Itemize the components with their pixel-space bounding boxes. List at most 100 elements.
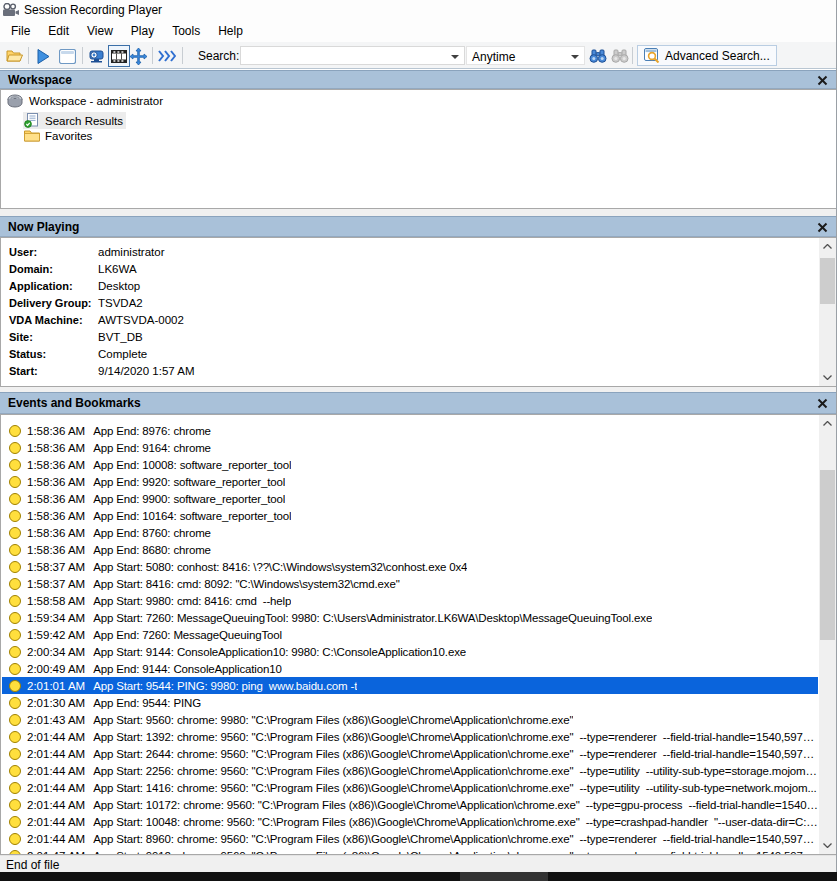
field-label: User: bbox=[9, 246, 37, 258]
event-row[interactable]: 1:58:36 AM App End: 10008: software_repo… bbox=[2, 456, 818, 473]
events-panel-title: Events and Bookmarks bbox=[8, 396, 141, 410]
event-bookmark-icon bbox=[9, 561, 21, 573]
scroll-up-icon[interactable] bbox=[819, 238, 836, 255]
event-bookmark-icon bbox=[9, 748, 21, 760]
pan-button[interactable] bbox=[127, 45, 149, 67]
menu-item[interactable]: Edit bbox=[39, 21, 78, 41]
event-bookmark-icon bbox=[9, 578, 21, 590]
event-time: 1:59:42 AM bbox=[27, 629, 85, 641]
events-close-icon[interactable] bbox=[817, 398, 828, 409]
event-description: App Start: 9144: ConsoleApplication10: 9… bbox=[93, 646, 466, 658]
event-time: 2:01:44 AM bbox=[27, 748, 85, 760]
menu-item[interactable]: Help bbox=[209, 21, 252, 41]
field-value: TSVDA2 bbox=[98, 297, 143, 309]
event-row[interactable]: 2:01:44 AM App Start: 8960: chrome: 9560… bbox=[2, 830, 818, 847]
event-row[interactable]: 2:00:34 AM App Start: 9144: ConsoleAppli… bbox=[2, 643, 818, 660]
more-tools-button[interactable] bbox=[156, 45, 178, 67]
event-description: App End: 10008: software_reporter_tool bbox=[93, 459, 291, 471]
event-time: 2:00:34 AM bbox=[27, 646, 85, 658]
event-row[interactable]: 2:01:44 AM App Start: 1416: chrome: 9560… bbox=[2, 779, 818, 796]
workspace-tree: Workspace - administrator Search Results… bbox=[0, 89, 837, 209]
now-playing-scrollbar[interactable] bbox=[819, 238, 836, 386]
event-row[interactable]: 1:58:58 AM App Start: 9980: cmd: 8416: c… bbox=[2, 592, 818, 609]
event-description: App Start: 10172: chrome: 9560: "C:\Prog… bbox=[93, 799, 818, 811]
workspace-panel-header: Workspace bbox=[0, 70, 837, 89]
projector-icon bbox=[88, 48, 106, 64]
tree-item-search-results[interactable]: Search Results bbox=[23, 112, 126, 129]
dropdown-arrow-icon[interactable] bbox=[571, 55, 579, 59]
scroll-down-icon[interactable] bbox=[819, 369, 836, 386]
scrollbar-thumb[interactable] bbox=[820, 258, 835, 304]
event-row[interactable]: 2:01:43 AM App Start: 9560: chrome: 9980… bbox=[2, 711, 818, 728]
event-row[interactable]: 1:58:36 AM App End: 8680: chrome bbox=[2, 541, 818, 558]
dropdown-arrow-icon[interactable] bbox=[451, 55, 459, 59]
event-row[interactable]: 2:00:49 AM App End: 9144: ConsoleApplica… bbox=[2, 660, 818, 677]
player-window-button[interactable] bbox=[56, 45, 78, 67]
open-button[interactable] bbox=[4, 45, 26, 67]
event-bookmark-icon bbox=[9, 629, 21, 641]
events-scrollbar[interactable] bbox=[819, 415, 836, 854]
event-bookmark-icon bbox=[9, 544, 21, 556]
event-bookmark-icon bbox=[9, 442, 21, 454]
workspace-close-icon[interactable] bbox=[817, 75, 828, 86]
event-row[interactable]: 2:01:44 AM App Start: 2644: chrome: 9560… bbox=[2, 745, 818, 762]
tree-item-label: Search Results bbox=[45, 115, 123, 127]
search-input[interactable] bbox=[240, 46, 465, 65]
event-row[interactable]: 1:58:36 AM App End: 8760: chrome bbox=[2, 524, 818, 541]
event-description: App Start: 10048: chrome: 9560: "C:\Prog… bbox=[93, 816, 818, 828]
event-row[interactable]: 2:01:30 AM App End: 9544: PING bbox=[2, 694, 818, 711]
chevrons-icon bbox=[158, 50, 176, 62]
event-time: 1:58:36 AM bbox=[27, 442, 85, 454]
menu-item[interactable]: Tools bbox=[163, 21, 209, 41]
scrollbar-thumb[interactable] bbox=[820, 470, 835, 640]
event-row[interactable]: 1:59:34 AM App Start: 7260: MessageQueui… bbox=[2, 609, 818, 626]
event-bookmark-icon bbox=[9, 493, 21, 505]
event-description: App Start: 9560: chrome: 9980: "C:\Progr… bbox=[93, 714, 573, 726]
workspace-root-node[interactable]: Workspace - administrator bbox=[7, 94, 163, 108]
event-time: 2:01:44 AM bbox=[27, 816, 85, 828]
find-next-button[interactable] bbox=[587, 45, 609, 67]
menu-item[interactable]: Play bbox=[122, 21, 163, 41]
event-row[interactable]: 1:58:36 AM App End: 9164: chrome bbox=[2, 439, 818, 456]
event-description: App End: 10164: software_reporter_tool bbox=[93, 510, 291, 522]
event-bookmark-icon bbox=[9, 850, 21, 855]
find-previous-button[interactable] bbox=[609, 45, 631, 67]
play-button[interactable] bbox=[32, 45, 54, 67]
scroll-up-icon[interactable] bbox=[819, 415, 836, 432]
event-time: 2:00:49 AM bbox=[27, 663, 85, 675]
event-description: App Start: 1416: chrome: 9560: "C:\Progr… bbox=[93, 782, 816, 794]
event-row[interactable]: 1:58:36 AM App End: 10164: software_repo… bbox=[2, 507, 818, 524]
event-row[interactable]: 2:01:47 AM App Start: 9912: chrome: 9560… bbox=[2, 847, 818, 854]
event-row[interactable]: 2:01:01 AM App Start: 9544: PING: 9980: … bbox=[2, 677, 818, 694]
event-row[interactable]: 2:01:44 AM App Start: 10048: chrome: 956… bbox=[2, 813, 818, 830]
event-row[interactable]: 1:58:36 AM App End: 9920: software_repor… bbox=[2, 473, 818, 490]
field-label: VDA Machine: bbox=[9, 314, 83, 326]
event-description: App Start: 9912: chrome: 9560: "C:\Progr… bbox=[93, 850, 818, 855]
event-time: 2:01:44 AM bbox=[27, 731, 85, 743]
field-label: Domain: bbox=[9, 263, 53, 275]
event-row[interactable]: 1:59:42 AM App End: 7260: MessageQueuing… bbox=[2, 626, 818, 643]
event-bookmark-icon bbox=[9, 476, 21, 488]
time-filter-dropdown[interactable]: Anytime bbox=[466, 46, 585, 65]
event-row[interactable]: 1:58:36 AM App End: 9900: software_repor… bbox=[2, 490, 818, 507]
open-folder-icon bbox=[6, 49, 24, 63]
event-row[interactable]: 1:58:37 AM App Start: 5080: conhost: 841… bbox=[2, 558, 818, 575]
event-row[interactable]: 1:58:36 AM App End: 8976: chrome bbox=[2, 422, 818, 439]
event-time: 1:58:37 AM bbox=[27, 561, 85, 573]
now-playing-panel-title: Now Playing bbox=[8, 220, 79, 234]
event-row[interactable]: 1:58:37 AM App Start: 8416: cmd: 8092: "… bbox=[2, 575, 818, 592]
projector-button[interactable] bbox=[86, 45, 108, 67]
event-time: 1:58:36 AM bbox=[27, 544, 85, 556]
event-row[interactable]: 2:01:44 AM App Start: 10172: chrome: 956… bbox=[2, 796, 818, 813]
menu-item[interactable]: File bbox=[2, 21, 39, 41]
workspace-root-label: Workspace - administrator bbox=[29, 95, 163, 107]
now-playing-close-icon[interactable] bbox=[817, 222, 828, 233]
event-description: App Start: 2256: chrome: 9560: "C:\Progr… bbox=[93, 765, 818, 777]
event-row[interactable]: 2:01:44 AM App Start: 1392: chrome: 9560… bbox=[2, 728, 818, 745]
event-row[interactable]: 2:01:44 AM App Start: 2256: chrome: 9560… bbox=[2, 762, 818, 779]
advanced-search-button[interactable]: Advanced Search... bbox=[637, 45, 777, 66]
tree-item-favorites[interactable]: Favorites bbox=[23, 128, 95, 143]
menu-item[interactable]: View bbox=[78, 21, 122, 41]
event-description: App Start: 8960: chrome: 9560: "C:\Progr… bbox=[93, 833, 818, 845]
scroll-down-icon[interactable] bbox=[819, 837, 836, 854]
